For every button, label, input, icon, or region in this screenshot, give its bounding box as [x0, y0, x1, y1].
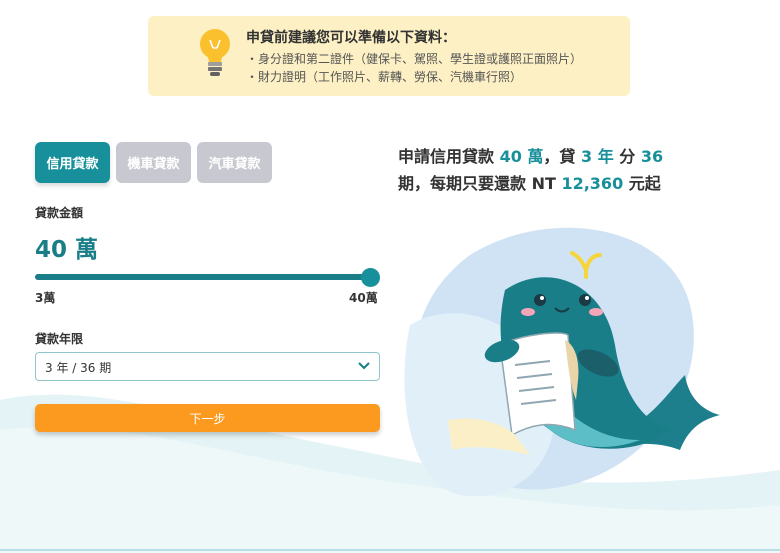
footer-divider: [0, 549, 780, 551]
term-label: 貸款年限: [35, 332, 84, 346]
notice-item-id: ・身分證和第二證件（健保卡、駕照、學生證或護照正面照片）: [246, 52, 583, 66]
tab-credit-loan[interactable]: 信用貸款: [35, 142, 110, 183]
amount-value: 40 萬: [35, 237, 99, 263]
whale-mascot-illustration: [404, 227, 720, 497]
amount-min-label: 3萬: [35, 291, 56, 305]
notice-item-income: ・財力證明（工作照片、薪轉、勞保、汽機車行照）: [246, 70, 523, 84]
notice-title: 申貸前建議您可以準備以下資料：: [246, 30, 456, 46]
headline-text: 元起: [623, 174, 661, 193]
headline-text: 分: [613, 147, 641, 166]
chevron-down-icon: [358, 362, 370, 370]
next-step-button[interactable]: 下一步: [35, 404, 380, 432]
tab-car-loan[interactable]: 汽車貸款: [197, 142, 272, 183]
term-select[interactable]: 3 年 / 36 期: [35, 352, 380, 381]
document-tips-banner: 申貸前建議您可以準備以下資料： ・身分證和第二證件（健保卡、駕照、學生證或護照正…: [148, 16, 630, 96]
term-selected-value: 3 年 / 36 期: [45, 361, 112, 375]
headline-periods: 36: [640, 147, 664, 166]
amount-label: 貸款金額: [35, 206, 84, 220]
amount-slider-track[interactable]: [35, 274, 371, 280]
amount-slider-handle[interactable]: [361, 268, 380, 287]
amount-max-label: 40萬: [349, 291, 378, 305]
headline-amount: 40 萬: [499, 147, 544, 166]
loan-summary-headline: 申請信用貸款 40 萬，貸 3 年 分 36 期，每期只要還款 NT 12,360…: [398, 143, 668, 197]
headline-text: 申請信用貸款: [398, 147, 500, 166]
tab-motorcycle-loan[interactable]: 機車貸款: [116, 142, 191, 183]
amount-slider-fill: [35, 274, 371, 280]
headline-payment: 12,360: [561, 174, 624, 193]
headline-text: ，貸: [543, 147, 581, 166]
headline-years: 3 年: [581, 147, 614, 166]
headline-text: 期，每期只要還款 NT: [398, 174, 562, 193]
lightbulb-icon: [200, 29, 230, 76]
